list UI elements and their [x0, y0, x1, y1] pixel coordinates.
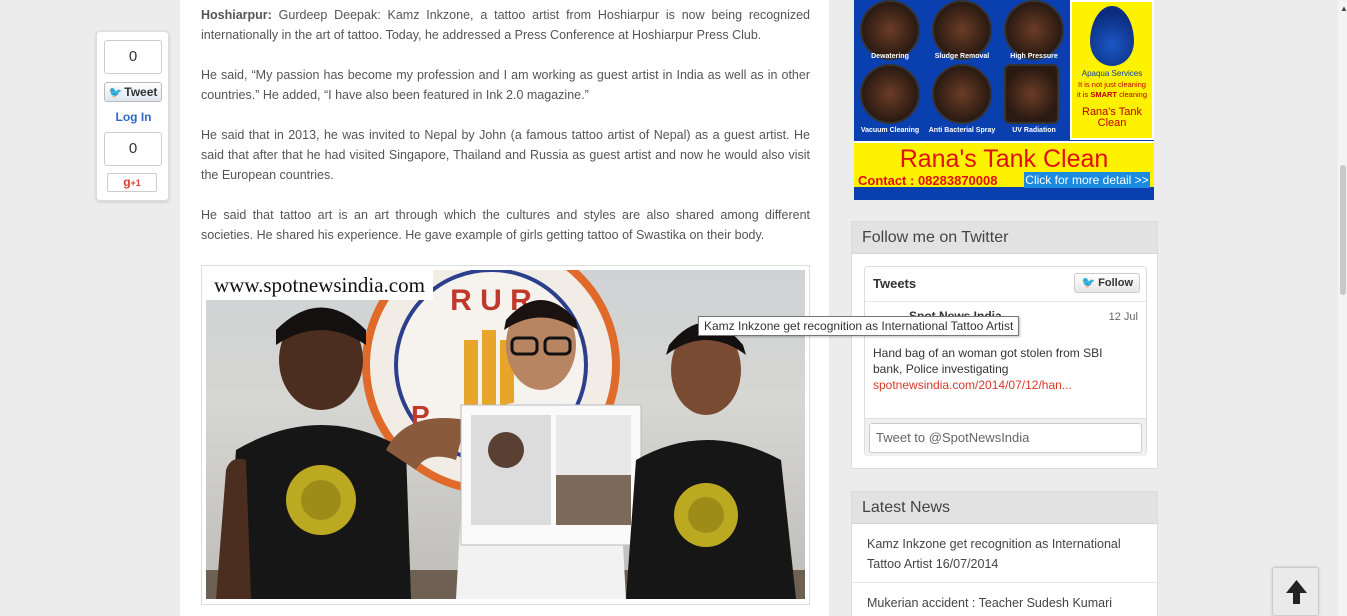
ad-title: Rana's Tank Clean [899, 145, 1109, 173]
ad-brand-small-2: Clean [1097, 117, 1127, 129]
ad-tagline-smart: SMART [1090, 90, 1117, 99]
ad-company: Apaqua Services [1081, 69, 1143, 78]
follow-button[interactable]: 🐦 Follow [1074, 273, 1140, 293]
ad-service-label: High Pressure [1010, 53, 1058, 60]
ad-tagline-2: it is SMART cleaning [1072, 90, 1152, 99]
timeline-header: Tweets 🐦 Follow [865, 267, 1146, 302]
news-item[interactable]: Mukerian accident : Teacher Sudesh Kumar… [852, 583, 1157, 616]
ad-service-label: Vacuum Cleaning [860, 127, 920, 134]
tweet-date[interactable]: 12 Jul [1109, 311, 1138, 323]
ad-service-image [860, 64, 920, 124]
ad-banner[interactable]: Dewatering Sludge Removal High Pressure … [854, 0, 1154, 200]
tweet-to-input[interactable]: Tweet to @SpotNewsIndia [869, 423, 1142, 453]
ad-tagline: It is not just cleaning [1078, 80, 1146, 89]
article-paragraph: Hoshiarpur: Gurdeep Deepak: Kamz Inkzone… [201, 5, 810, 45]
tweet-box-footer: Tweet to @SpotNewsIndia [865, 418, 1146, 456]
ad-cta-button[interactable]: Click for more detail >> [1024, 172, 1150, 188]
paragraph-text: Gurdeep Deepak: Kamz Inkzone, a tattoo a… [201, 8, 810, 42]
back-to-top-button[interactable] [1272, 567, 1319, 616]
twitter-bird-icon: 🐦 [108, 87, 123, 99]
gplus-count: 0 [104, 132, 162, 166]
ad-strip: Rana's Tank Clean Contact : 08283870008 … [854, 141, 1154, 188]
twitter-timeline: Tweets 🐦Follow Spot News India 12 Jul Ha… [864, 266, 1147, 456]
tweet-link[interactable]: spotnewsindia.com/2014/07/12/han... [873, 378, 1072, 392]
ad-service-label: Anti Bacterial Spray [928, 127, 996, 134]
social-share-widget: 0 🐦 Tweet Log In 0 g+1 [96, 31, 169, 201]
ad-service-label: UV Radiation [1012, 127, 1056, 134]
follow-label: Follow [1098, 277, 1133, 289]
article-paragraph: He said, “My passion has become my profe… [201, 68, 810, 102]
latest-news-widget: Latest News Kamz Inkzone get recognition… [851, 491, 1158, 616]
scroll-up-arrow-icon[interactable]: ▲ [1340, 4, 1347, 13]
photo-watermark: www.spotnewsindia.com [206, 270, 433, 300]
tweet-text: Hand bag of an woman got stolen from SBI… [873, 346, 1103, 376]
ad-service-image [932, 64, 992, 124]
scrollbar-thumb[interactable] [1340, 165, 1346, 295]
ad-tagline-prefix: it is [1076, 90, 1091, 99]
ad-tagline-suffix: cleaning [1116, 90, 1148, 99]
twitter-bird-icon: 🐦 [1081, 277, 1096, 289]
news-item[interactable]: Kamz Inkzone get recognition as Internat… [852, 524, 1157, 583]
water-drop-icon [1090, 6, 1134, 66]
gplus-icon: g [123, 175, 131, 189]
ad-brand-panel: Apaqua Services It is not just cleaning … [1070, 0, 1154, 140]
tweet-button[interactable]: 🐦 Tweet [104, 82, 162, 102]
ad-contact: Contact : 08283870008 [858, 173, 998, 188]
gplus-button[interactable]: g+1 [107, 173, 157, 192]
twitter-widget-heading: Follow me on Twitter [852, 222, 1157, 254]
latest-news-heading: Latest News [852, 492, 1157, 524]
ad-service-image [1004, 64, 1059, 124]
ad-service-label: Sludge Removal [934, 53, 990, 60]
scrollbar-track[interactable] [1338, 0, 1347, 616]
article-paragraph: He said that tattoo art is an art throug… [201, 208, 810, 242]
ad-service-image [932, 0, 992, 60]
tweet-button-label: Tweet [124, 85, 158, 99]
ad-service-label: Dewatering [871, 53, 909, 60]
image-tooltip: Kamz Inkzone get recognition as Internat… [698, 316, 1020, 336]
ad-service-image [860, 0, 920, 60]
twitter-widget: Follow me on Twitter Tweets 🐦Follow Spot… [851, 221, 1158, 469]
ad-service-image [1004, 0, 1064, 60]
arrow-up-icon [1286, 580, 1307, 604]
tweet-count: 0 [104, 40, 162, 74]
article-paragraph: He said that in 2013, he was invited to … [201, 128, 810, 182]
dateline: Hoshiarpur: [201, 8, 272, 22]
login-link[interactable]: Log In [97, 110, 170, 124]
gplus-suffix: +1 [130, 178, 141, 188]
timeline-title: Tweets [873, 276, 917, 291]
